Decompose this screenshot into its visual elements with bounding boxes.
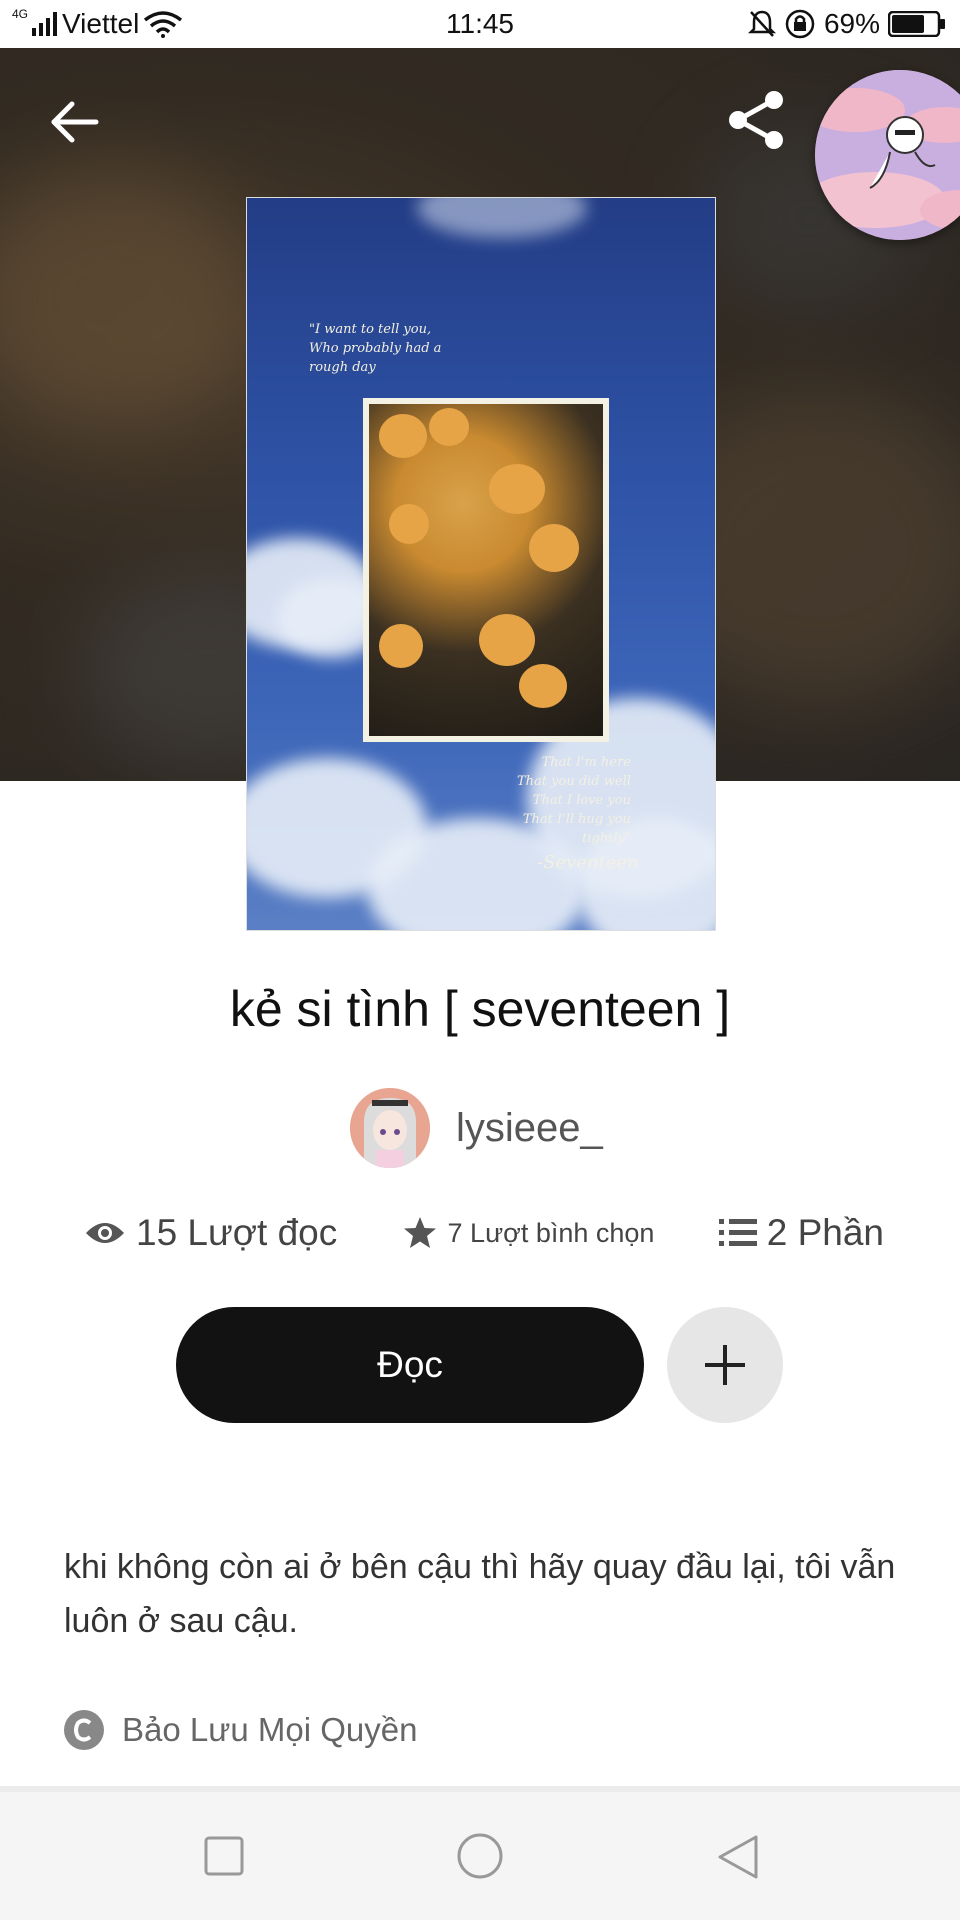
back-button[interactable] — [46, 92, 106, 152]
copyright-text: Bảo Lưu Mọi Quyền — [122, 1711, 418, 1748]
author-row[interactable]: lysieee_ — [350, 1088, 603, 1168]
bell-muted-icon — [747, 10, 776, 37]
arrow-left-icon — [51, 101, 99, 143]
author-avatar[interactable] — [350, 1088, 430, 1168]
battery-percent: 69% — [823, 8, 880, 39]
list-icon — [718, 1219, 757, 1246]
reads-count: 15 Lượt đọc — [136, 1212, 338, 1253]
story-stats: 15 Lượt đọc 7 Lượt bình chọn 2 Phần — [84, 1212, 884, 1254]
eye-icon — [86, 1223, 124, 1243]
share-button[interactable] — [722, 86, 790, 154]
story-description: khi không còn ai ở bên cậu thì hãy quay … — [64, 1548, 896, 1640]
cover-quote-top: "I want to tell you, Who probably had a … — [309, 322, 442, 375]
battery-icon — [888, 11, 945, 37]
copyright-icon — [64, 1710, 104, 1750]
votes-count: 7 Lượt bình chọn — [447, 1217, 655, 1248]
rotation-lock-icon — [785, 9, 815, 39]
copyright-row: Bảo Lưu Mọi Quyền — [64, 1710, 417, 1750]
home-circle-icon[interactable] — [456, 1832, 504, 1880]
plus-icon — [705, 1345, 745, 1385]
cover-signature: -Seventeen — [537, 852, 639, 873]
votes-stat: 7 Lượt bình chọn — [402, 1215, 655, 1251]
parts-stat[interactable]: 2 Phần — [718, 1212, 884, 1254]
read-button[interactable]: Đọc — [176, 1307, 644, 1423]
book-cover-image: "I want to tell you, Who probably had a … — [246, 197, 716, 931]
cover-quote-bottom: That I'm here That you did well That I l… — [517, 755, 631, 846]
status-bar: 4G Viettel 11:45 69% — [0, 0, 960, 48]
reads-stat: 15 Lượt đọc — [84, 1212, 337, 1254]
anime-avatar-image — [350, 1088, 430, 1168]
recents-square-icon[interactable] — [204, 1836, 244, 1876]
status-right: 69% — [747, 8, 946, 40]
star-icon — [403, 1217, 436, 1248]
system-nav-bar — [0, 1792, 960, 1920]
back-triangle-icon[interactable] — [716, 1834, 760, 1880]
share-icon — [729, 91, 783, 149]
cover-flower-photo — [363, 398, 609, 742]
parts-count[interactable]: 2 Phần — [767, 1212, 884, 1254]
author-name[interactable]: lysieee_ — [456, 1106, 603, 1151]
add-to-library-button[interactable] — [667, 1307, 783, 1423]
story-title: kẻ si tình [ seventeen ] — [229, 981, 731, 1037]
